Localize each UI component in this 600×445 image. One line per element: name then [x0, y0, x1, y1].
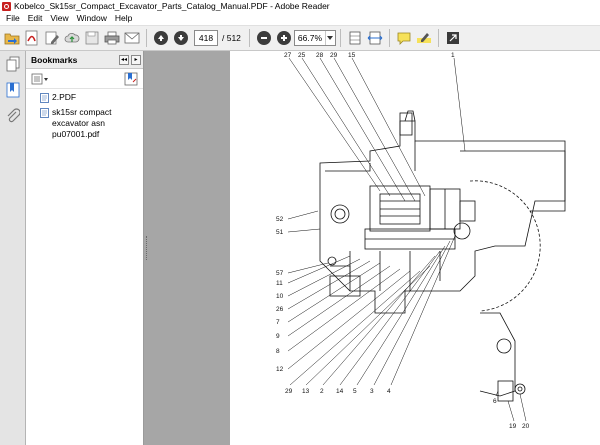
bookmark-label: sk15sr compact excavator asn pu07001.pdf — [52, 107, 112, 139]
callout-label: 11 — [276, 280, 283, 287]
panel-splitter[interactable] — [144, 51, 230, 445]
edit-icon[interactable] — [43, 29, 61, 47]
callout-label: 26 — [276, 306, 284, 313]
menu-view[interactable]: View — [46, 12, 72, 25]
navigation-pane-rail — [0, 51, 26, 445]
bookmark-options-icon[interactable] — [31, 73, 49, 85]
save-icon[interactable] — [83, 29, 101, 47]
callout-label: 57 — [276, 270, 284, 277]
callout-label: 1 — [451, 52, 455, 59]
callout-label: 19 — [509, 423, 517, 430]
callout-label: 3 — [370, 388, 374, 395]
exploded-parts-drawing: 27 25 28 29 15 1 52 51 57 11 10 26 7 9 8 12 29 13 2 14 5 3 4 6 1… — [276, 52, 566, 430]
create-pdf-icon[interactable] — [23, 29, 41, 47]
callout-label: 20 — [522, 423, 530, 430]
toolbar-separator — [248, 29, 250, 47]
pages-panel-icon[interactable] — [3, 54, 23, 74]
bookmarks-toolbar — [26, 69, 143, 89]
callout-label: 13 — [302, 388, 310, 395]
document-icon — [40, 108, 49, 118]
open-icon[interactable] — [3, 29, 21, 47]
bookmarks-title: Bookmarks — [31, 54, 78, 65]
print-icon[interactable] — [103, 29, 121, 47]
callout-label: 51 — [276, 229, 284, 236]
bookmark-label: 2.PDF — [52, 92, 77, 102]
cloud-icon[interactable] — [63, 29, 81, 47]
bookmark-item[interactable]: sk15sr compact excavator asn pu07001.pdf — [40, 107, 143, 140]
window-title: Kobelco_Sk15sr_Compact_Excavator_Parts_C… — [14, 1, 330, 11]
callout-label: 29 — [330, 52, 338, 59]
callout-label: 9 — [276, 333, 280, 340]
bookmark-item[interactable]: 2.PDF — [40, 92, 143, 103]
expand-icon[interactable] — [444, 29, 462, 47]
zoom-value: 66.7% — [297, 33, 323, 43]
callout-label: 8 — [276, 348, 280, 355]
callout-label: 25 — [298, 52, 306, 59]
callout-label: 15 — [348, 52, 356, 59]
toolbar-separator — [388, 29, 390, 47]
collapse-panel-icon[interactable]: ◂◂ — [119, 54, 129, 65]
toolbar-separator — [339, 29, 341, 47]
bookmark-list: 2.PDF sk15sr compact excavator asn pu070… — [26, 89, 143, 140]
chevron-down-icon[interactable] — [324, 31, 335, 45]
menu-bar: File Edit View Window Help — [0, 12, 600, 25]
document-page: 27 25 28 29 15 1 52 51 57 11 10 26 7 9 8 12 29 13 2 14 5 3 4 6 1… — [230, 51, 600, 445]
toolbar-separator — [437, 29, 439, 47]
splitter-grip[interactable] — [146, 236, 148, 260]
fit-page-icon[interactable] — [346, 29, 364, 47]
next-page-icon[interactable] — [172, 29, 190, 47]
callout-label: 27 — [284, 52, 292, 59]
page-total: / 512 — [222, 33, 241, 43]
zoom-in-icon[interactable] — [275, 29, 293, 47]
callout-label: 52 — [276, 216, 284, 223]
close-panel-icon[interactable]: ▸ — [131, 54, 141, 65]
highlight-icon[interactable] — [415, 29, 433, 47]
callout-label: 5 — [353, 388, 357, 395]
callout-label: 2 — [320, 388, 324, 395]
callout-label: 10 — [276, 293, 284, 300]
bookmarks-panel: Bookmarks ◂◂ ▸ 2.PDF sk15sr compact exca… — [26, 51, 144, 445]
callout-label: 14 — [336, 388, 344, 395]
email-icon[interactable] — [123, 29, 141, 47]
callout-label: 12 — [276, 366, 284, 373]
attachments-panel-icon[interactable] — [3, 106, 23, 126]
callout-label: 7 — [276, 319, 280, 326]
callout-label: 29 — [285, 388, 293, 395]
toolbar-separator — [146, 29, 147, 47]
page-number-input[interactable]: 418 — [194, 30, 218, 46]
bookmark-panel-icon[interactable] — [3, 80, 23, 100]
title-bar: Kobelco_Sk15sr_Compact_Excavator_Parts_C… — [0, 0, 600, 12]
comment-icon[interactable] — [395, 29, 413, 47]
callout-label: 28 — [316, 52, 324, 59]
zoom-out-icon[interactable] — [255, 29, 273, 47]
new-bookmark-icon[interactable] — [124, 72, 138, 86]
menu-help[interactable]: Help — [111, 12, 136, 25]
fit-width-icon[interactable] — [366, 29, 384, 47]
menu-window[interactable]: Window — [73, 12, 111, 25]
toolbar: 418 / 512 66.7% — [0, 25, 600, 51]
adobe-reader-icon — [2, 1, 11, 11]
menu-edit[interactable]: Edit — [24, 12, 47, 25]
document-icon — [40, 93, 49, 103]
zoom-level-select[interactable]: 66.7% — [293, 30, 336, 46]
menu-file[interactable]: File — [2, 12, 24, 25]
prev-page-icon[interactable] — [152, 29, 170, 47]
bookmarks-header: Bookmarks ◂◂ ▸ — [26, 51, 143, 69]
callout-label: 4 — [387, 388, 391, 395]
callout-label: 6 — [493, 398, 497, 405]
